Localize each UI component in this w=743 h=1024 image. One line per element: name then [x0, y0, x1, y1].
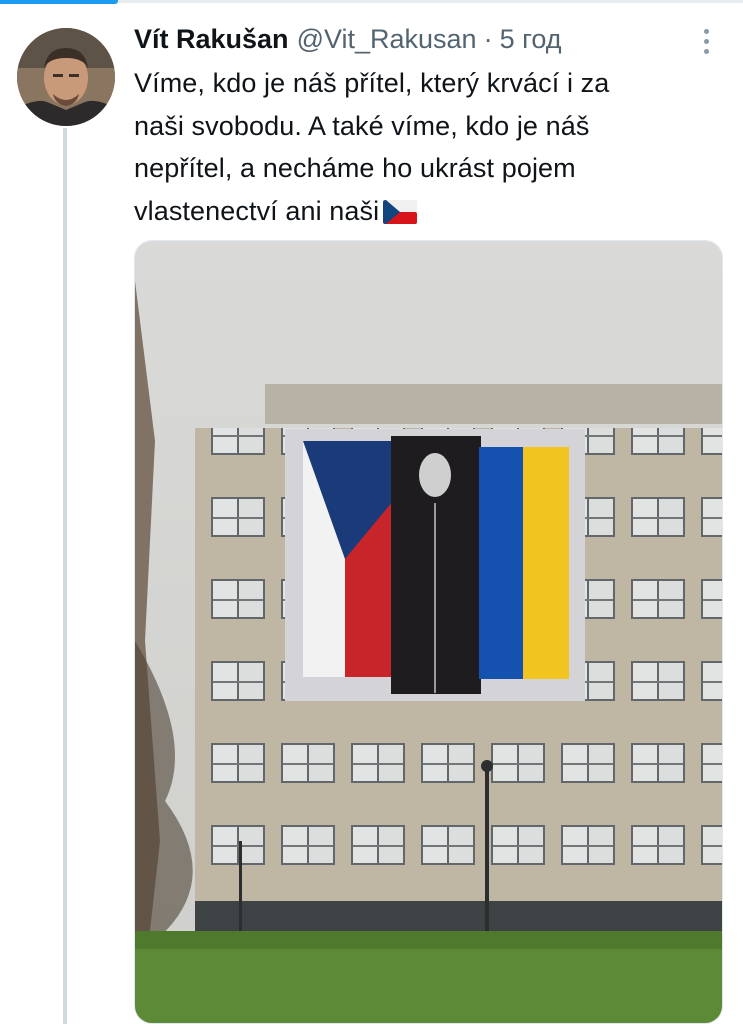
tweet-text-line-last: vlastenectví ani naši	[134, 190, 714, 233]
tweet-text-line: nepřítel, a necháme ho ukrást pojem	[134, 153, 576, 183]
active-tab-indicator	[0, 0, 118, 4]
thread-line	[63, 128, 67, 1024]
tweet-text-line: vlastenectví ani naši	[134, 195, 380, 226]
author-handle[interactable]: @Vit_Rakusan	[297, 24, 477, 55]
tweet-timestamp[interactable]: 5 год	[500, 24, 562, 55]
author-name[interactable]: Vít Rakušan	[134, 24, 289, 55]
tweet-media-photo[interactable]	[134, 240, 723, 1024]
tweet-header: Vít Rakušan @Vit_Rakusan · 5 год	[134, 24, 562, 60]
more-options-icon[interactable]	[694, 24, 718, 60]
building-photo	[135, 241, 722, 1023]
avatar-photo	[17, 28, 115, 126]
separator-dot: ·	[483, 24, 493, 54]
tweet-text-line: Víme, kdo je náš přítel, který krvácí i …	[134, 68, 610, 98]
tweet-text: Víme, kdo je náš přítel, který krvácí i …	[134, 62, 714, 232]
author-avatar[interactable]	[17, 28, 115, 126]
tweet-text-line: naši svobodu. A také víme, kdo je náš	[134, 110, 590, 141]
czech-flag-icon	[383, 199, 418, 224]
